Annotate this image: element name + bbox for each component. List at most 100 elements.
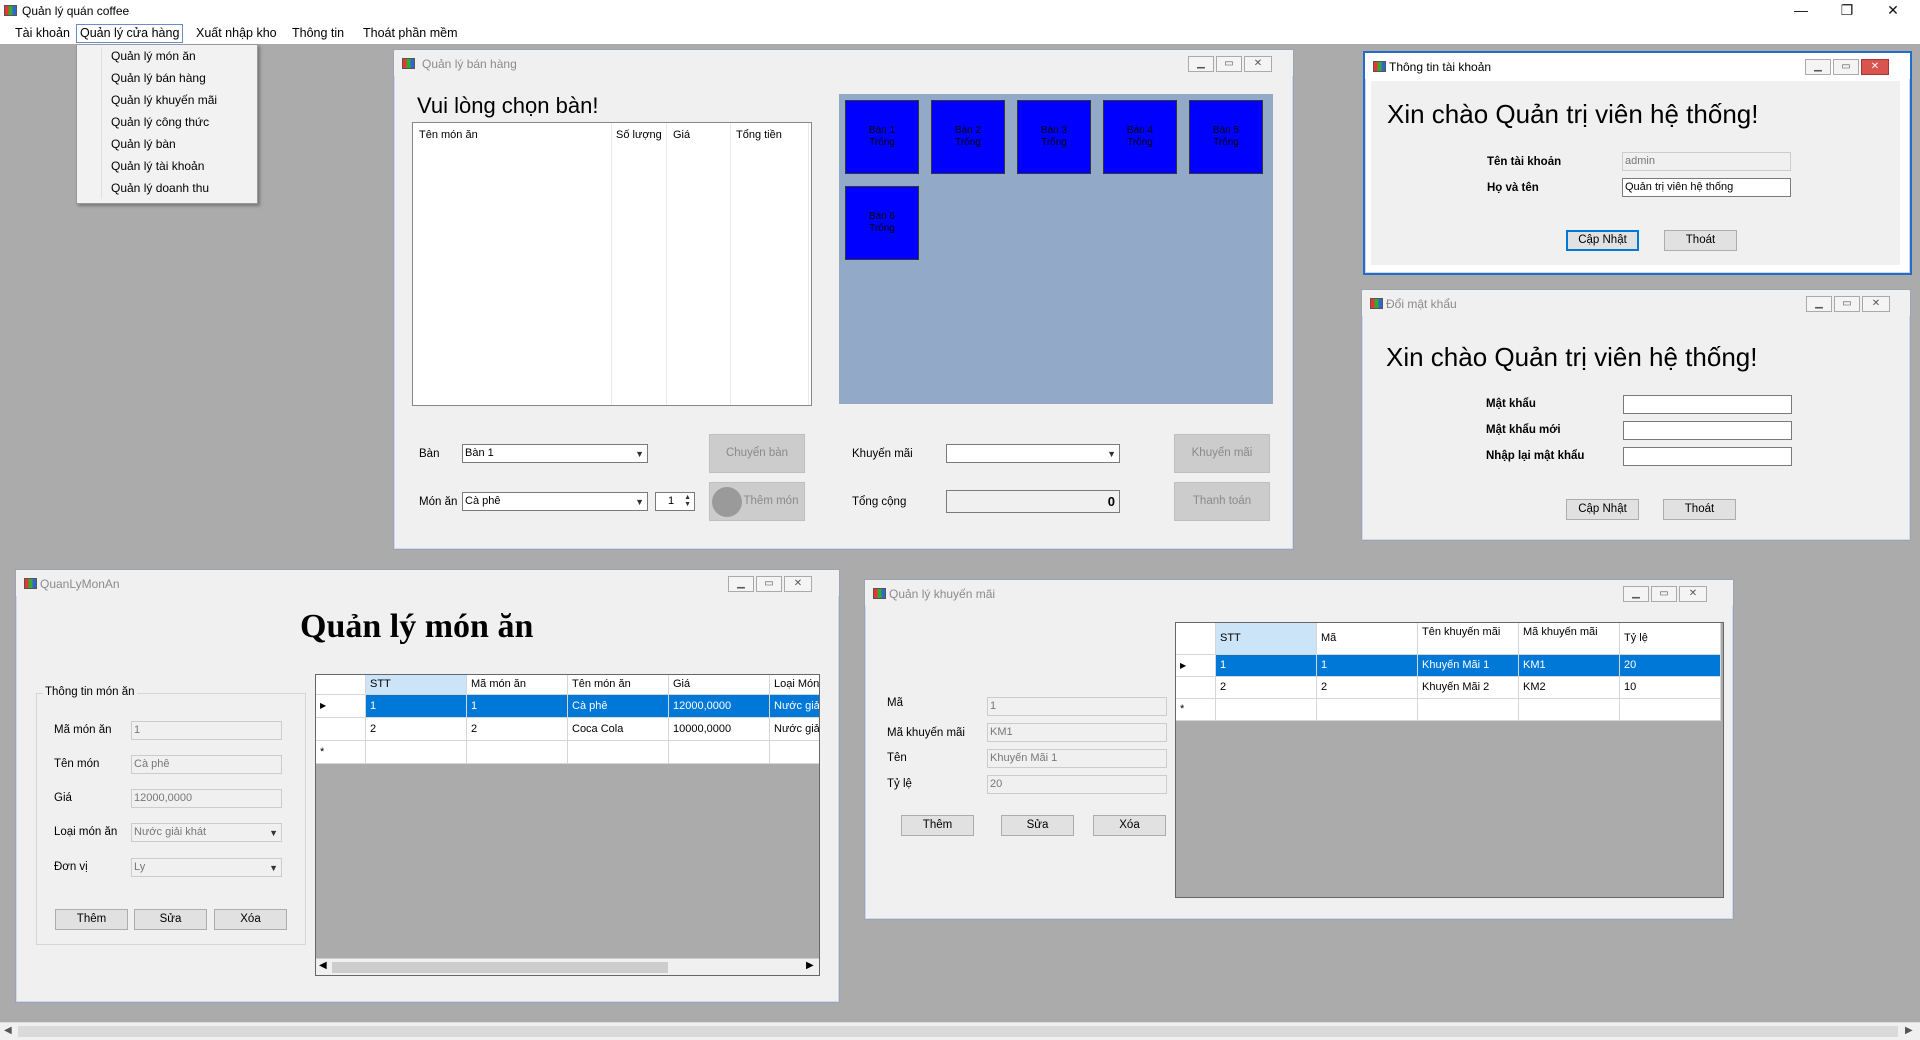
minimize-icon[interactable]: ▁	[1806, 296, 1832, 312]
close-icon[interactable]: ✕	[1861, 59, 1889, 75]
table-button-4[interactable]: Bàn 4 Trống	[1103, 100, 1177, 174]
table-cell[interactable]: 10000,0000	[669, 718, 770, 741]
new-row-icon[interactable]: *	[316, 741, 366, 764]
horizontal-scrollbar[interactable]: ◀ ▶	[316, 958, 819, 975]
table-cell[interactable]	[366, 741, 467, 764]
table-cell[interactable]: Khuyến Mãi 1	[1418, 655, 1519, 677]
column-stt[interactable]: STT	[366, 675, 467, 695]
ten-field[interactable]: Khuyến Mãi 1	[987, 749, 1167, 768]
row-header[interactable]	[1176, 677, 1216, 699]
table-cell[interactable]: 12000,0000	[669, 695, 770, 718]
ma-mon-an-field[interactable]: 1	[131, 721, 282, 740]
close-icon[interactable]: ✕	[784, 576, 812, 592]
table-cell[interactable]: 20	[1620, 655, 1721, 677]
column-ten-khuyen-mai[interactable]: Tên khuyến mãi	[1418, 623, 1519, 655]
column-ten-mon-an[interactable]: Tên món ăn	[568, 675, 669, 695]
menu-tai-khoan[interactable]: Tài khoản	[12, 25, 73, 41]
menu-item-quan-ly-ban[interactable]: Quản lý bàn	[111, 135, 176, 153]
table-cell[interactable]	[1418, 699, 1519, 721]
table-cell[interactable]	[770, 741, 819, 764]
minimize-icon[interactable]: ▁	[1623, 586, 1649, 602]
main-horizontal-scrollbar[interactable]: ◀ ▶	[0, 1022, 1920, 1040]
menu-item-quan-ly-tai-khoan[interactable]: Quản lý tài khoản	[111, 157, 204, 175]
them-button[interactable]: Thêm	[55, 909, 128, 930]
row-header[interactable]	[316, 718, 366, 741]
ten-mon-field[interactable]: Cà phê	[131, 755, 282, 774]
table-button-1[interactable]: Bàn 1 Trống	[845, 100, 919, 174]
maximize-icon[interactable]: ❐	[1824, 0, 1870, 22]
gia-field[interactable]: 12000,0000	[131, 789, 282, 808]
table-cell[interactable]: Nước giải	[770, 718, 819, 741]
column-stt[interactable]: STT	[1216, 623, 1317, 655]
mat-khau-field[interactable]	[1623, 395, 1792, 414]
table-cell[interactable]: Nước giải	[770, 695, 819, 718]
scroll-right-icon[interactable]: ▶	[806, 960, 814, 971]
xoa-button[interactable]: Xóa	[1093, 815, 1166, 836]
menu-item-quan-ly-ban-hang[interactable]: Quản lý bán hàng	[111, 69, 206, 87]
table-cell[interactable]: 2	[366, 718, 467, 741]
mat-khau-moi-field[interactable]	[1623, 421, 1792, 440]
table-cell[interactable]: 1	[1216, 655, 1317, 677]
table-cell[interactable]	[669, 741, 770, 764]
xoa-button[interactable]: Xóa	[214, 909, 287, 930]
khuyen-mai-select[interactable]: ▼	[946, 444, 1120, 463]
menu-item-quan-ly-mon-an[interactable]: Quản lý món ăn	[111, 47, 196, 65]
close-icon[interactable]: ✕	[1862, 296, 1890, 312]
close-icon[interactable]: ✕	[1870, 0, 1916, 22]
ma-khuyen-mai-field[interactable]: KM1	[987, 723, 1167, 742]
menu-item-quan-ly-doanh-thu[interactable]: Quản lý doanh thu	[111, 179, 209, 197]
table-cell[interactable]: KM2	[1519, 677, 1620, 699]
thanh-toan-button[interactable]: Thanh toán	[1174, 482, 1270, 521]
scroll-left-icon[interactable]: ◀	[319, 960, 327, 971]
table-cell[interactable]	[1317, 699, 1418, 721]
menu-item-quan-ly-khuyen-mai[interactable]: Quản lý khuyến mãi	[111, 91, 217, 109]
row-pointer-icon[interactable]: ▶	[316, 695, 366, 718]
maximize-icon[interactable]: ▭	[1651, 586, 1677, 602]
order-list[interactable]: Tên món ăn Số lượng Giá Tổng tiền	[412, 122, 812, 406]
table-cell[interactable]: Khuyến Mãi 2	[1418, 677, 1519, 699]
mon-an-select[interactable]: Cà phê ▼	[462, 492, 648, 511]
thoat-button[interactable]: Thoát	[1663, 499, 1736, 520]
table-cell[interactable]	[1620, 699, 1721, 721]
row-pointer-icon[interactable]: ▶	[1176, 655, 1216, 677]
table-cell[interactable]: 1	[366, 695, 467, 718]
scroll-left-icon[interactable]: ◀	[4, 1025, 12, 1036]
ten-tai-khoan-field[interactable]: admin	[1622, 152, 1791, 171]
them-mon-button[interactable]: Thêm món	[709, 482, 805, 521]
table-cell[interactable]: KM1	[1519, 655, 1620, 677]
chuyen-ban-button[interactable]: Chuyển bàn	[709, 434, 805, 473]
maximize-icon[interactable]: ▭	[1216, 56, 1242, 72]
menu-item-quan-ly-cong-thuc[interactable]: Quản lý công thức	[111, 113, 209, 131]
column-gia[interactable]: Giá	[673, 129, 690, 141]
minimize-icon[interactable]: ▁	[1805, 59, 1831, 75]
quantity-stepper[interactable]: 1 ▲ ▼	[655, 492, 695, 511]
column-gia[interactable]: Giá	[669, 675, 770, 695]
table-cell[interactable]: 2	[1216, 677, 1317, 699]
table-cell[interactable]	[568, 741, 669, 764]
menu-quan-ly-cua-hang[interactable]: Quản lý cửa hàng	[76, 24, 184, 43]
column-tong-tien[interactable]: Tổng tiền	[736, 129, 782, 141]
table-cell[interactable]: Coca Cola	[568, 718, 669, 741]
maximize-icon[interactable]: ▭	[1834, 296, 1860, 312]
column-ma-khuyen-mai[interactable]: Mã khuyến mãi	[1519, 623, 1620, 655]
ban-select[interactable]: Bàn 1 ▼	[462, 444, 648, 463]
scroll-right-icon[interactable]: ▶	[1905, 1025, 1913, 1036]
maximize-icon[interactable]: ▭	[756, 576, 782, 592]
maximize-icon[interactable]: ▭	[1833, 59, 1859, 75]
table-cell[interactable]	[1216, 699, 1317, 721]
close-icon[interactable]: ✕	[1244, 56, 1272, 72]
column-ma[interactable]: Mã	[1317, 623, 1418, 655]
menu-thong-tin[interactable]: Thông tin	[289, 25, 347, 41]
scrollbar-thumb[interactable]	[18, 1026, 1898, 1037]
table-cell[interactable]	[1519, 699, 1620, 721]
table-button-2[interactable]: Bàn 2 Trống	[931, 100, 1005, 174]
nhap-lai-mat-khau-field[interactable]	[1623, 447, 1792, 466]
column-ty-le[interactable]: Tỷ lệ	[1620, 623, 1721, 655]
table-cell[interactable]: 2	[467, 718, 568, 741]
table-cell[interactable]: Cà phê	[568, 695, 669, 718]
table-button-3[interactable]: Bàn 3 Trống	[1017, 100, 1091, 174]
ma-field[interactable]: 1	[987, 697, 1167, 716]
column-ma-mon-an[interactable]: Mã món ăn	[467, 675, 568, 695]
food-grid[interactable]: STT Mã món ăn Tên món ăn Giá Loại Món ▶ …	[315, 674, 820, 976]
don-vi-select[interactable]: Ly ▼	[131, 858, 282, 877]
